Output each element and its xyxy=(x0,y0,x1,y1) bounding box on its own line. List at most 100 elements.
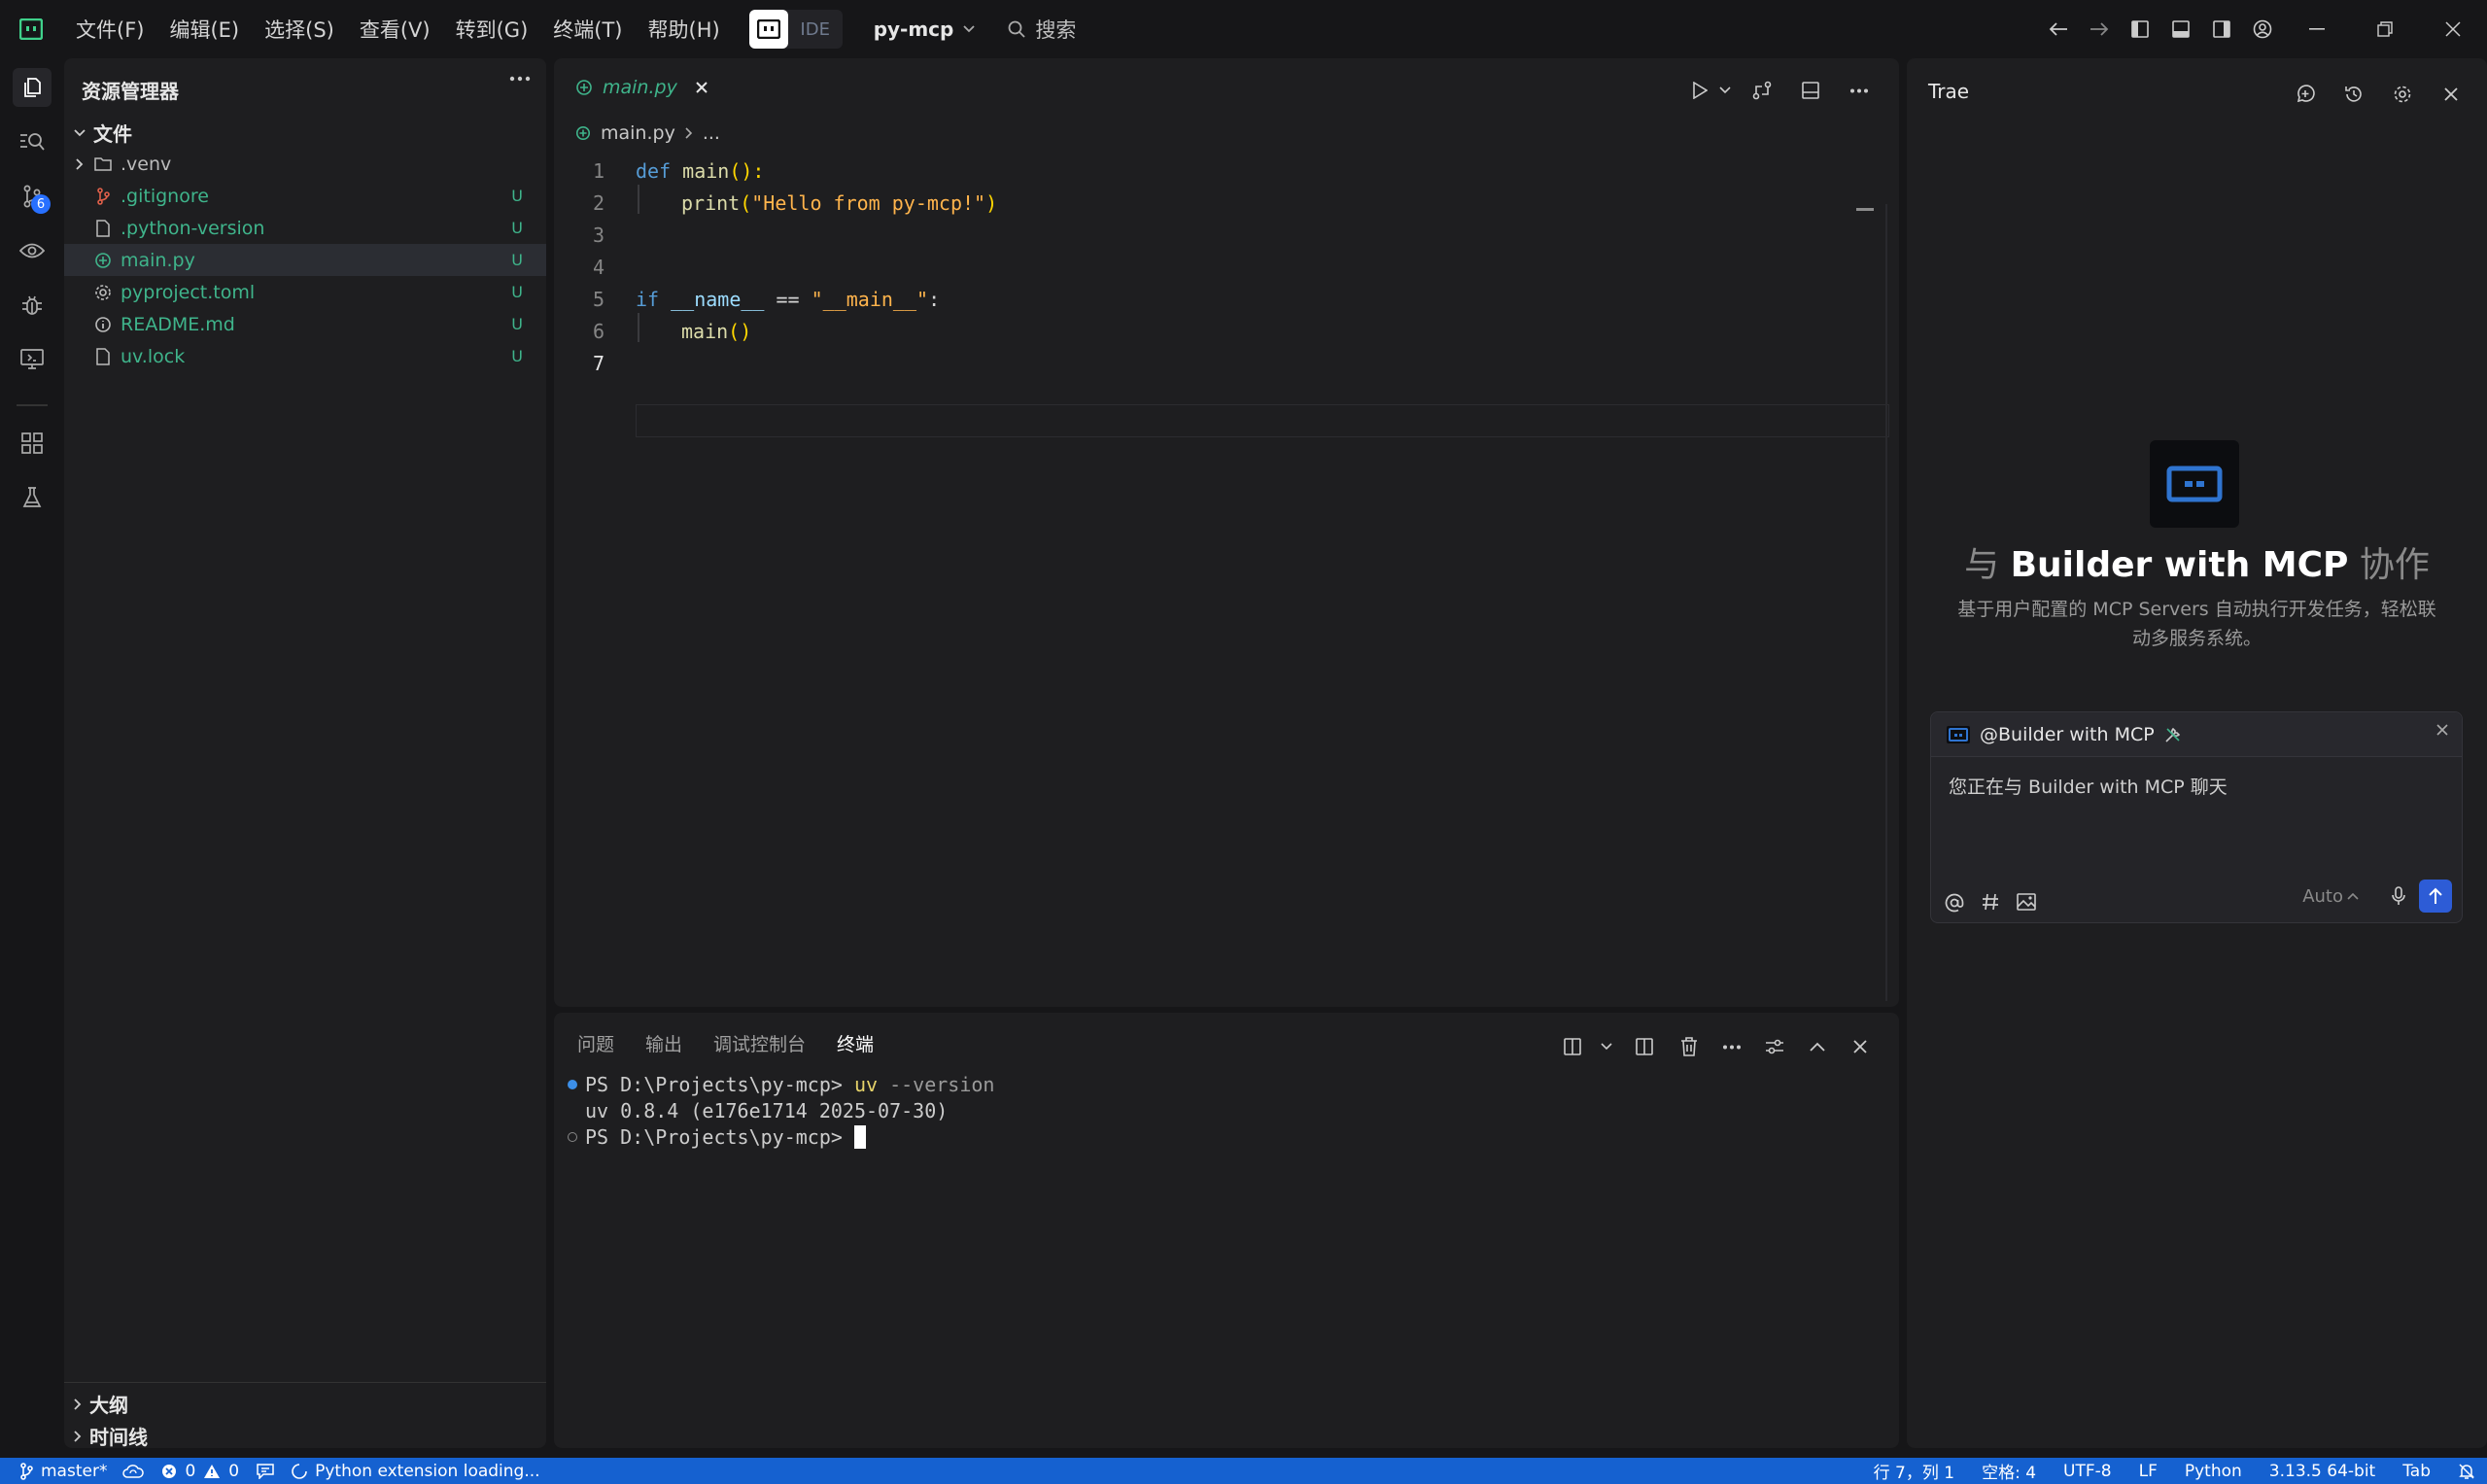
tab-main-py[interactable]: main.py xyxy=(554,58,724,117)
project-switcher[interactable]: py-mcp xyxy=(874,17,976,41)
command-search[interactable]: 搜索 xyxy=(1008,15,1076,44)
cursor-position[interactable]: 行 7，列 1 xyxy=(1874,1459,1954,1483)
outline-section-header[interactable]: 大纲 xyxy=(74,1390,128,1418)
tree-item-gitignore[interactable]: .gitignore U xyxy=(64,180,546,212)
close-window-icon[interactable] xyxy=(2419,9,2487,50)
timeline-section-header[interactable]: 时间线 xyxy=(74,1422,148,1450)
preview-eye-icon[interactable] xyxy=(13,231,52,270)
indentation-spaces[interactable]: 空格: 4 xyxy=(1982,1459,2036,1483)
git-status-untracked: U xyxy=(511,283,523,301)
warning-count[interactable]: 0 xyxy=(228,1462,239,1481)
chat-input-field[interactable]: 您正在与 Builder with MCP 聊天 xyxy=(1949,773,2228,799)
branch-name[interactable]: master* xyxy=(41,1462,107,1481)
explorer-icon[interactable] xyxy=(13,68,52,107)
vertical-scrollbar[interactable] xyxy=(1885,204,1887,1001)
tree-item-main-py[interactable]: main.py U xyxy=(64,244,546,276)
source-control-icon[interactable]: 6 xyxy=(13,177,52,216)
menu-help[interactable]: 帮助(H) xyxy=(648,15,720,44)
tab-problems[interactable]: 问题 xyxy=(577,1030,614,1056)
more-actions-icon[interactable] xyxy=(509,76,531,82)
tree-item-venv[interactable]: .venv xyxy=(64,148,546,180)
tree-item-uv-lock[interactable]: uv.lock U xyxy=(64,340,546,372)
tree-item-python-version[interactable]: .python-version U xyxy=(64,212,546,244)
history-icon[interactable] xyxy=(2333,74,2374,115)
new-chat-icon[interactable] xyxy=(2285,74,2326,115)
ide-mode-button[interactable]: IDE xyxy=(788,19,843,40)
tab-terminal[interactable]: 终端 xyxy=(837,1030,874,1056)
line-number-current: 7 xyxy=(592,352,604,375)
language-mode[interactable]: Python xyxy=(2185,1462,2242,1481)
remove-agent-icon[interactable] xyxy=(2436,724,2448,736)
split-editor-icon[interactable] xyxy=(1790,70,1831,111)
terminal-output[interactable]: PS D:\Projects\py-mcp> uv --version uv 0… xyxy=(568,1071,994,1150)
remote-explorer-icon[interactable] xyxy=(13,340,52,379)
tab-debug-console[interactable]: 调试控制台 xyxy=(713,1030,806,1056)
send-button[interactable] xyxy=(2419,880,2452,913)
toggle-bottom-panel-icon[interactable] xyxy=(2160,9,2201,50)
compare-changes-icon[interactable] xyxy=(1742,70,1782,111)
microphone-icon[interactable] xyxy=(2392,886,2405,906)
extension-loading-status[interactable]: Python extension loading... xyxy=(315,1462,539,1481)
menu-terminal[interactable]: 终端(T) xyxy=(553,15,622,44)
maximize-panel-icon[interactable] xyxy=(1800,1026,1835,1067)
breadcrumb-symbols[interactable]: ... xyxy=(703,122,720,144)
gear-icon[interactable] xyxy=(2382,74,2423,115)
model-selector[interactable]: Auto xyxy=(2302,886,2359,907)
file-icon xyxy=(93,347,113,366)
chat-bubble-icon[interactable] xyxy=(257,1463,274,1479)
forward-arrow-icon[interactable] xyxy=(2079,9,2120,50)
menu-edit[interactable]: 编辑(E) xyxy=(169,15,239,44)
menu-file[interactable]: 文件(F) xyxy=(76,15,144,44)
terminal-line: uv 0.8.4 (e176e1714 2025-07-30) xyxy=(568,1097,994,1123)
solo-mode-icon[interactable] xyxy=(748,10,788,49)
chevron-right-icon xyxy=(74,1430,82,1442)
notifications-bell-icon[interactable] xyxy=(2458,1463,2475,1480)
split-terminal-icon[interactable] xyxy=(1557,1026,1588,1067)
terminal-settings-icon[interactable] xyxy=(1757,1026,1792,1067)
git-file-icon xyxy=(93,187,113,206)
toggle-right-panel-icon[interactable] xyxy=(2201,9,2242,50)
end-of-line[interactable]: LF xyxy=(2139,1462,2158,1481)
menu-selection[interactable]: 选择(S) xyxy=(264,15,334,44)
debug-bug-icon[interactable] xyxy=(13,286,52,325)
tab-mode[interactable]: Tab xyxy=(2402,1462,2431,1481)
tab-output[interactable]: 输出 xyxy=(645,1030,682,1056)
close-icon[interactable] xyxy=(2431,74,2471,115)
sync-cloud-icon[interactable] xyxy=(122,1464,145,1478)
chevron-down-icon[interactable] xyxy=(1596,1026,1617,1067)
minimize-icon[interactable] xyxy=(2283,9,2351,50)
back-arrow-icon[interactable] xyxy=(2038,9,2079,50)
split-panel-icon[interactable] xyxy=(1625,1026,1664,1067)
testing-flask-icon[interactable] xyxy=(13,478,52,517)
menu-go[interactable]: 转到(G) xyxy=(456,15,529,44)
search-icon[interactable] xyxy=(13,122,52,161)
more-actions-icon[interactable] xyxy=(1714,1026,1749,1067)
file-encoding[interactable]: UTF-8 xyxy=(2063,1462,2112,1481)
restore-icon[interactable] xyxy=(2351,9,2419,50)
editor-more-icon[interactable] xyxy=(1839,70,1880,111)
run-options-chevron-icon[interactable] xyxy=(1716,70,1734,111)
toggle-left-panel-icon[interactable] xyxy=(2120,9,2160,50)
error-count[interactable]: 0 xyxy=(185,1462,195,1481)
line-number: 5 xyxy=(592,288,604,311)
mode-switch[interactable]: IDE xyxy=(748,10,843,49)
chat-input-box[interactable]: @Builder with MCP 您正在与 Builder with MCP … xyxy=(1930,711,2463,923)
tree-item-readme[interactable]: README.md U xyxy=(64,308,546,340)
warning-icon[interactable] xyxy=(203,1464,221,1479)
trash-icon[interactable] xyxy=(1672,1026,1707,1067)
mention-at-icon[interactable] xyxy=(1945,893,1964,913)
error-icon[interactable] xyxy=(161,1464,177,1479)
tree-item-pyproject[interactable]: pyproject.toml U xyxy=(64,276,546,308)
workspace-folder-header[interactable]: 文件 xyxy=(74,119,132,147)
menu-view[interactable]: 查看(V) xyxy=(360,15,431,44)
python-interpreter[interactable]: 3.13.5 64-bit xyxy=(2269,1462,2375,1481)
run-icon[interactable] xyxy=(1679,70,1720,111)
breadcrumb-file[interactable]: main.py xyxy=(601,122,675,144)
code-line-2: print("Hello from py-mcp!") xyxy=(681,191,997,215)
close-tab-icon[interactable] xyxy=(695,81,708,94)
image-upload-icon[interactable] xyxy=(2017,893,2036,913)
account-icon[interactable] xyxy=(2242,9,2283,50)
context-hash-icon[interactable] xyxy=(1982,893,1999,913)
extensions-icon[interactable] xyxy=(13,424,52,463)
close-panel-icon[interactable] xyxy=(1843,1026,1878,1067)
